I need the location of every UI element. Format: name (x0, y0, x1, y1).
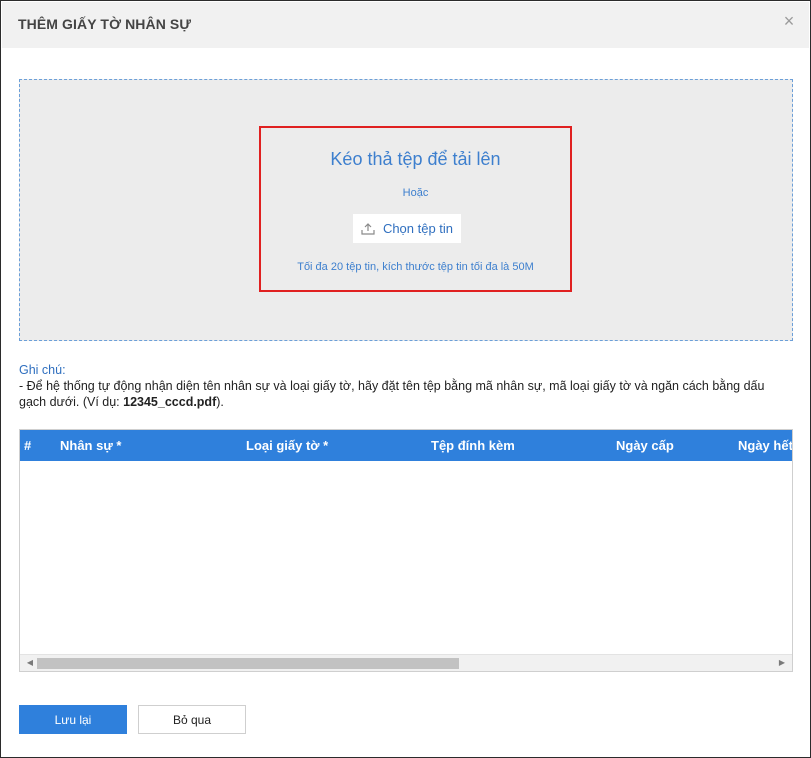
scrollbar-thumb[interactable] (37, 658, 459, 669)
note-title: Ghi chú: (19, 363, 66, 377)
dropzone-limit-text: Tối đa 20 tệp tin, kích thước tệp tin tố… (297, 261, 534, 273)
column-header-issue-date[interactable]: Ngày cấp (616, 430, 674, 461)
column-header-expiry-date[interactable]: Ngày hết (738, 430, 792, 461)
dropzone-title: Kéo thả tệp để tải lên (330, 149, 501, 169)
documents-table: # Nhân sự * Loại giấy tờ * Tệp đính kèm … (19, 429, 793, 672)
table-header: # Nhân sự * Loại giấy tờ * Tệp đính kèm … (20, 430, 792, 461)
note-text-after: ). (216, 395, 224, 409)
column-header-attachment[interactable]: Tệp đính kèm (431, 430, 515, 461)
column-header-employee[interactable]: Nhân sự * (60, 430, 121, 461)
dropzone-highlight-box: Kéo thả tệp để tải lên Hoặc Chọn tệp tin… (259, 126, 572, 292)
column-header-document-type[interactable]: Loại giấy tờ * (246, 430, 328, 461)
dialog-header: THÊM GIẤY TỜ NHÂN SỰ × (2, 2, 809, 48)
column-header-index: # (24, 438, 32, 453)
add-personnel-documents-dialog: THÊM GIẤY TỜ NHÂN SỰ × Kéo thả tệp để tả… (0, 0, 811, 758)
note-example-filename: 12345_cccd.pdf (123, 395, 217, 409)
close-icon[interactable]: × (779, 11, 799, 31)
choose-file-button[interactable]: Chọn tệp tin (353, 214, 461, 243)
scroll-right-icon[interactable]: ▶ (774, 655, 790, 671)
skip-button[interactable]: Bỏ qua (138, 705, 246, 734)
upload-icon (361, 222, 375, 235)
choose-file-label: Chọn tệp tin (382, 221, 454, 236)
horizontal-scrollbar[interactable]: ◀ ▶ (20, 654, 792, 671)
dropzone-or-text: Hoặc (402, 187, 429, 199)
file-dropzone[interactable]: Kéo thả tệp để tải lên Hoặc Chọn tệp tin… (19, 79, 793, 341)
scroll-left-icon[interactable]: ◀ (22, 655, 38, 671)
note-text: - Để hệ thống tự động nhận diện tên nhân… (19, 378, 794, 410)
dialog-title: THÊM GIẤY TỜ NHÂN SỰ (18, 16, 192, 32)
save-button[interactable]: Lưu lại (19, 705, 127, 734)
note-section: Ghi chú: - Để hệ thống tự động nhận diện… (19, 362, 794, 410)
